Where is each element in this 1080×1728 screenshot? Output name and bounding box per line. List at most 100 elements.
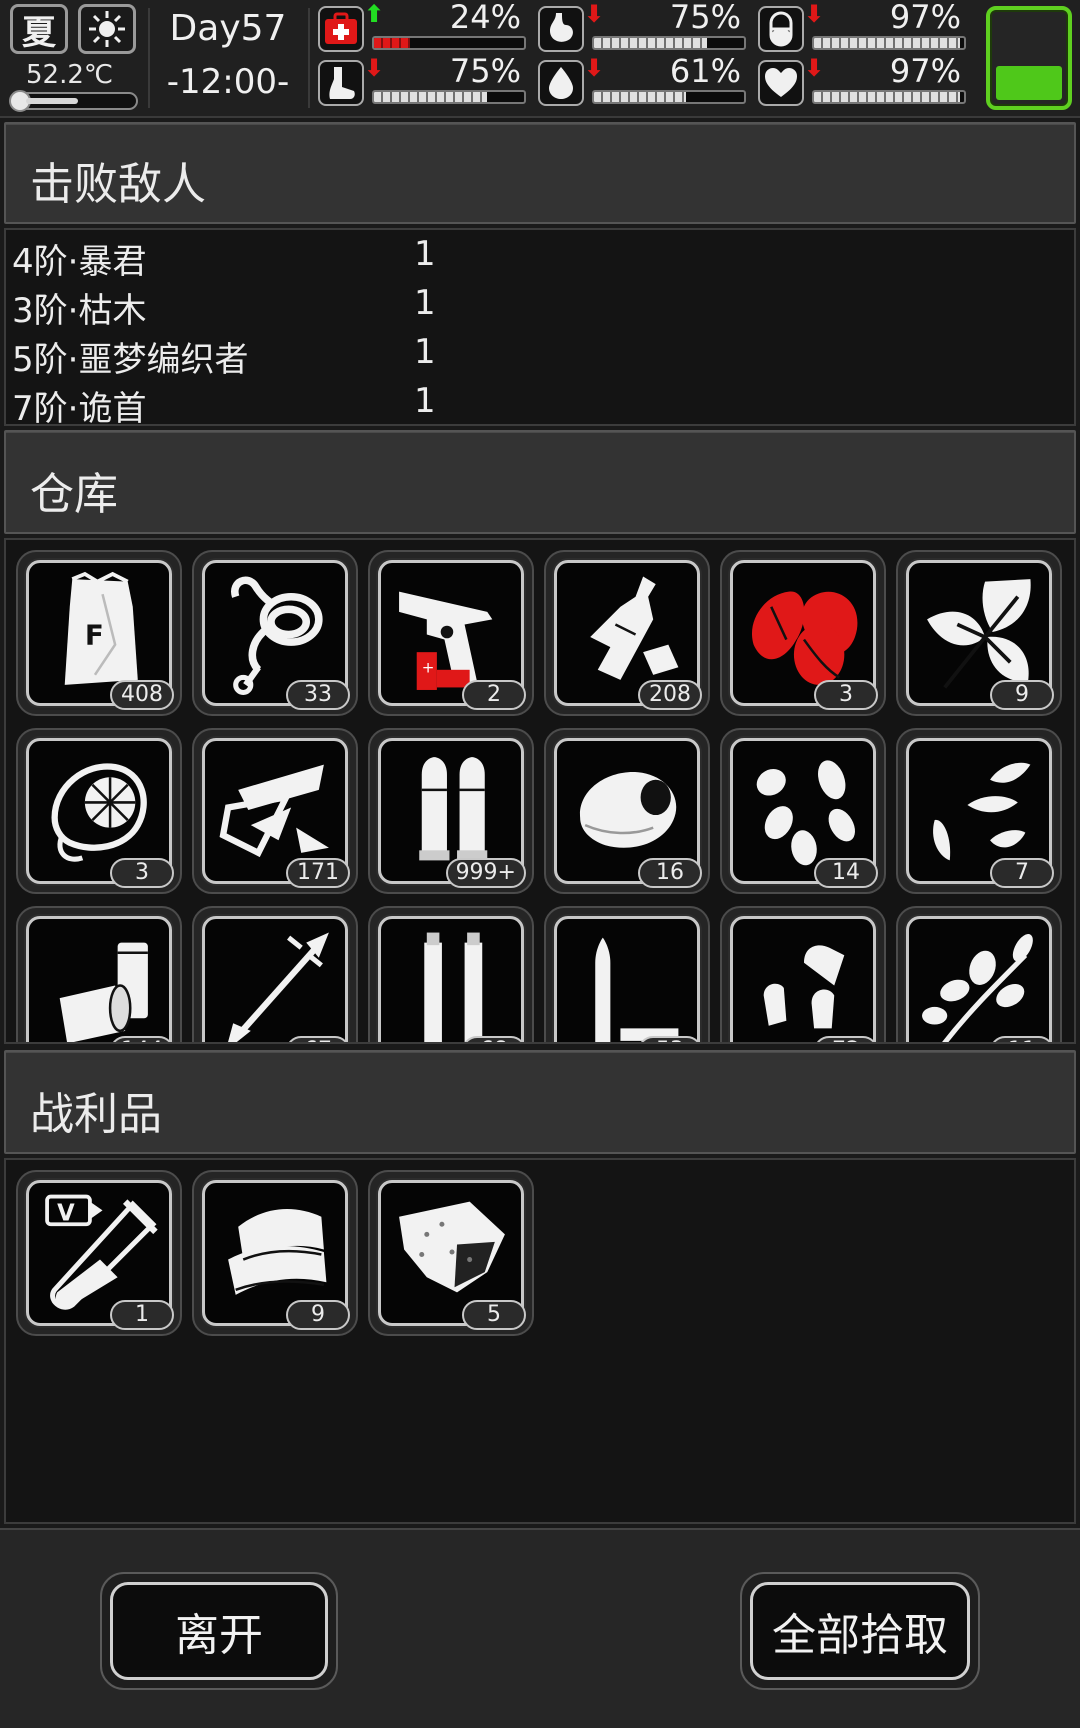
- storage-section-header: 仓库: [4, 430, 1076, 534]
- trend-arrow-icon: ⬇: [584, 0, 605, 28]
- inventory-slot[interactable]: F 408: [16, 550, 182, 716]
- battery-indicator: [986, 6, 1072, 110]
- temperature-readout: 52.2℃: [26, 60, 114, 90]
- arrow-icon: [228, 932, 329, 1042]
- stat-vitamin: ⬇ 97%: [758, 0, 973, 56]
- pick-all-button[interactable]: 全部拾取: [740, 1572, 980, 1690]
- inventory-slot[interactable]: 3: [720, 550, 886, 716]
- section-title: 战利品: [30, 1089, 162, 1140]
- peanuts-icon: [756, 760, 855, 866]
- item-quantity: 3: [110, 858, 174, 888]
- water-drop-icon: [538, 60, 584, 106]
- season-label: 夏: [22, 12, 56, 53]
- vaccine-tube-icon: V: [45, 1194, 158, 1310]
- stat-bar-fill: [814, 92, 960, 102]
- pill-icon: [758, 6, 804, 52]
- loot-slot[interactable]: 5: [368, 1170, 534, 1336]
- inventory-slot[interactable]: 14: [720, 728, 886, 894]
- medkit-icon: [318, 6, 364, 52]
- clock: -12:00-: [166, 62, 290, 102]
- item-quantity: 3: [814, 680, 878, 710]
- svg-text:V: V: [57, 1201, 75, 1227]
- inventory-slot[interactable]: 171: [192, 728, 358, 894]
- svg-text:+: +: [422, 658, 435, 676]
- item-quantity: 144: [110, 1036, 174, 1042]
- enemy-count: 1: [414, 381, 436, 421]
- rifle-ammo-icon: [424, 932, 483, 1042]
- inventory-slot[interactable]: 33: [192, 550, 358, 716]
- stat-thirst: ⬇ 61%: [538, 52, 753, 110]
- cans-icon: [59, 942, 148, 1042]
- stat-stamina: ⬇ 75%: [318, 52, 533, 110]
- item-quantity: 9: [990, 680, 1054, 710]
- season-indicator: 夏: [10, 4, 68, 54]
- sniper-ammo-icon: [595, 937, 679, 1042]
- footer-bar: 离开 全部拾取: [0, 1528, 1080, 1728]
- enemy-count: 1: [414, 332, 436, 372]
- seeds-icon: [933, 762, 1031, 861]
- stat-value: 75%: [669, 0, 741, 36]
- stat-bar: [592, 90, 746, 104]
- item-quantity: 1: [110, 1300, 174, 1330]
- shotgun-slugs-icon: [763, 945, 845, 1029]
- loot-slot[interactable]: V1: [16, 1170, 182, 1336]
- inventory-slot[interactable]: 16: [544, 728, 710, 894]
- stat-bar-fill: [374, 38, 410, 48]
- herb-sprig-icon: [922, 934, 1033, 1042]
- trend-arrow-icon: ⬆: [364, 0, 385, 28]
- stat-bar: [592, 36, 746, 50]
- stomach-icon: [538, 6, 584, 52]
- item-quantity: 67: [286, 1036, 350, 1042]
- loot-section-header: 战利品: [4, 1050, 1076, 1154]
- item-quantity: 72: [814, 1036, 878, 1042]
- inventory-slot[interactable]: 999+: [368, 728, 534, 894]
- item-quantity: 5: [462, 1300, 526, 1330]
- thermometer-fill: [26, 98, 78, 104]
- stat-bar: [812, 36, 966, 50]
- inventory-slot[interactable]: 11: [896, 906, 1062, 1042]
- trend-arrow-icon: ⬇: [804, 54, 825, 82]
- raw-meat-icon: [579, 771, 677, 848]
- item-quantity: 7: [990, 858, 1054, 888]
- stat-bar: [372, 90, 526, 104]
- item-quantity: 999+: [445, 858, 526, 888]
- item-quantity: 2: [462, 680, 526, 710]
- item-quantity: 68: [462, 1036, 526, 1042]
- inventory-slot[interactable]: 67: [192, 906, 358, 1042]
- trend-arrow-icon: ⬇: [584, 54, 605, 82]
- cloth-icon: [228, 1209, 327, 1295]
- inventory-slot[interactable]: 208: [544, 550, 710, 716]
- enemy-row: 3阶·枯木 1: [12, 279, 1012, 331]
- item-quantity: 16: [638, 858, 702, 888]
- flour-sack-icon: F: [64, 571, 138, 685]
- inventory-slot[interactable]: 53: [544, 906, 710, 1042]
- item-quantity: 53: [638, 1036, 702, 1042]
- section-title: 击败敌人: [30, 159, 206, 210]
- item-quantity: 14: [814, 858, 878, 888]
- inventory-slot[interactable]: 7: [896, 728, 1062, 894]
- item-quantity: 11: [990, 1036, 1054, 1042]
- plastic-bottle-icon: [590, 576, 679, 680]
- inventory-slot[interactable]: 68: [368, 906, 534, 1042]
- inventory-slot[interactable]: 144: [16, 906, 182, 1042]
- stat-hunger: ⬇ 75%: [538, 0, 753, 56]
- inventory-slot[interactable]: +2: [368, 550, 534, 716]
- trend-arrow-icon: ⬇: [364, 54, 385, 82]
- inventory-slot[interactable]: 3: [16, 728, 182, 894]
- enemy-row: 7阶·诡首 1: [12, 377, 1012, 424]
- mint-leaves-icon: [927, 579, 1031, 689]
- inventory-slot[interactable]: 72: [720, 906, 886, 1042]
- stat-bar-fill: [594, 38, 707, 48]
- item-quantity: 408: [110, 680, 174, 710]
- leave-button[interactable]: 离开: [100, 1572, 338, 1690]
- inventory-slot[interactable]: 9: [896, 550, 1062, 716]
- stat-value: 97%: [889, 0, 961, 36]
- divider: [148, 8, 150, 108]
- foot-icon: [318, 60, 364, 106]
- rope-icon: [231, 576, 323, 695]
- thermometer-gauge: [9, 90, 138, 112]
- stat-bar-fill: [374, 92, 487, 102]
- storage-grid: F408 33 +2 208 3 9 3 171 999+ 16 14 7 14…: [4, 538, 1076, 1044]
- trend-arrow-icon: ⬇: [804, 0, 825, 28]
- loot-slot[interactable]: 9: [192, 1170, 358, 1336]
